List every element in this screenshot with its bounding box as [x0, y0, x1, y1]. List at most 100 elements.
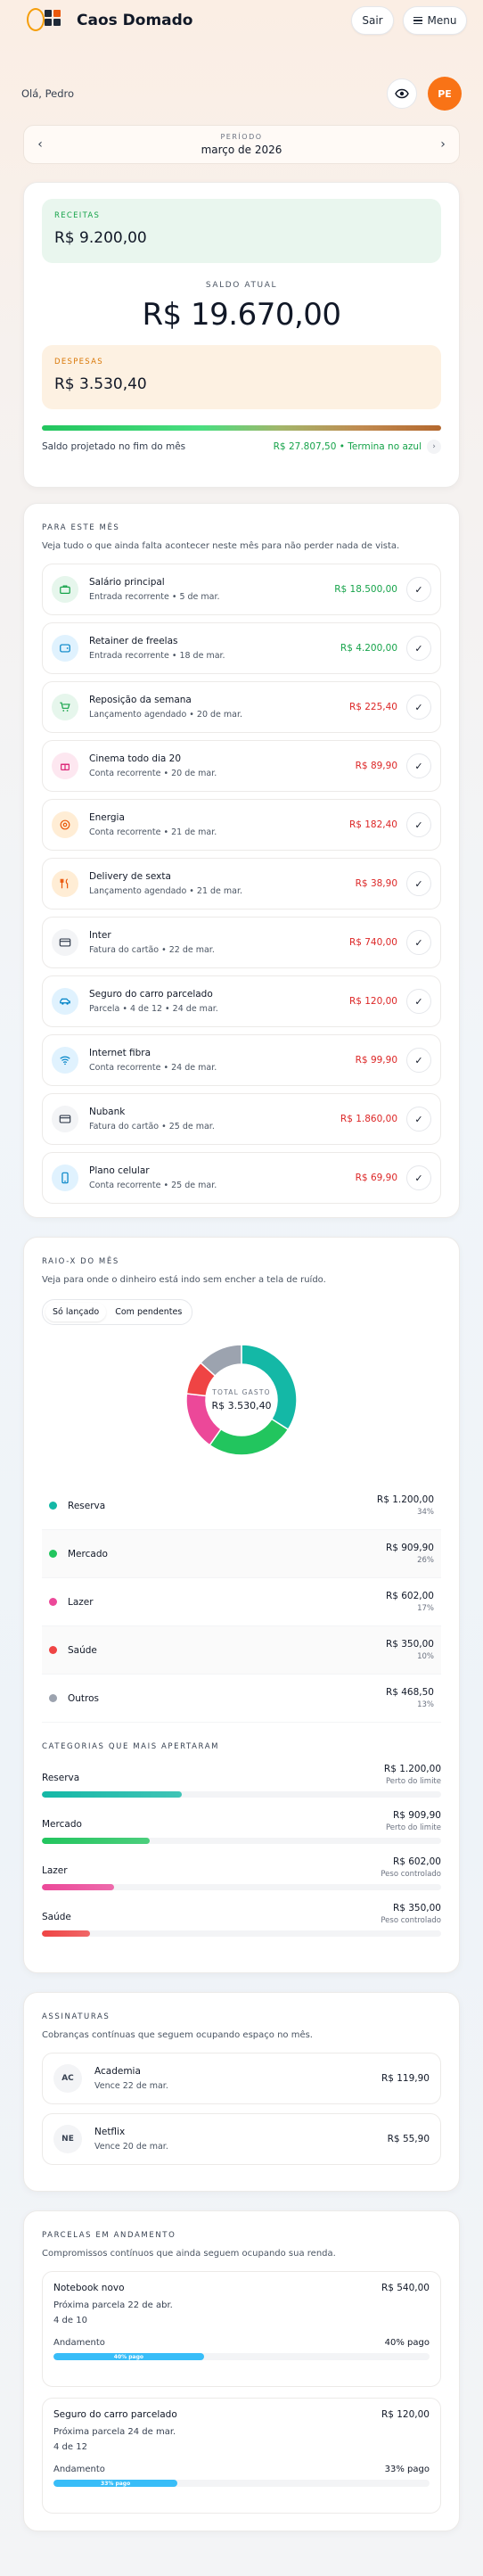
list-item[interactable]: Reposição da semana Lançamento agendado •… — [42, 681, 441, 733]
list-item[interactable]: Energia Conta recorrente • 21 de mar. R$ 1… — [42, 799, 441, 851]
list-item-value: R$ 4.200,00 — [340, 643, 397, 654]
chevron-right-icon[interactable]: › — [427, 440, 441, 454]
month-items: Salário principal Entrada recorrente • 5 … — [42, 564, 441, 1204]
list-item[interactable]: Internet fibra Conta recorrente • 24 de m… — [42, 1034, 441, 1086]
greeting-text: Olá, Pedro — [21, 87, 75, 100]
toggle-visibility-button[interactable] — [387, 78, 417, 109]
category-amounts: R$ 1.200,00 Perto do limite — [384, 1764, 441, 1786]
installment-item[interactable]: Notebook novo R$ 540,00 Próxima parcela 22… — [42, 2271, 441, 2387]
subscription-item[interactable]: AC Academia Vence 22 de mar. R$ 119,90 — [42, 2053, 441, 2104]
list-item-subtitle: Conta recorrente • 25 de mar. — [89, 1181, 217, 1190]
list-item-value: R$ 69,90 — [355, 1173, 397, 1183]
mark-done-button[interactable]: ✓ — [406, 1107, 431, 1132]
legend-amount: R$ 602,00 — [385, 1591, 434, 1601]
month-title: PARA ESTE MÊS — [42, 523, 120, 532]
legend-values: R$ 1.200,00 34% — [377, 1494, 434, 1517]
list-item[interactable]: Salário principal Entrada recorrente • 5 … — [42, 564, 441, 615]
menu-button[interactable]: Menu — [403, 6, 467, 35]
donut-center-value: R$ 3.530,40 — [211, 1400, 272, 1411]
list-item-subtitle: Entrada recorrente • 18 de mar. — [89, 651, 225, 661]
installment-header: Seguro do carro parcelado R$ 120,00 — [53, 2409, 430, 2420]
mark-done-button[interactable]: ✓ — [406, 871, 431, 896]
expenses-value: R$ 3.530,40 — [54, 375, 147, 393]
legend-row[interactable]: Outros R$ 468,50 13% — [42, 1675, 441, 1723]
list-item[interactable]: Inter Fatura do cartão • 22 de mar. R$ 740… — [42, 917, 441, 968]
legend-row[interactable]: Saúde R$ 350,00 10% — [42, 1626, 441, 1675]
category-name: Lazer — [42, 1865, 68, 1876]
mark-done-button[interactable]: ✓ — [406, 636, 431, 661]
prev-month-button[interactable]: ‹ — [24, 137, 56, 152]
category-bar-fill — [42, 1838, 150, 1844]
legend-row[interactable]: Lazer R$ 602,00 17% — [42, 1578, 441, 1626]
list-item[interactable]: Nubank Fatura do cartão • 25 de mar. R$ 1.… — [42, 1093, 441, 1145]
logout-button[interactable]: Sair — [351, 6, 394, 35]
subscription-text: Netflix Vence 20 de mar. — [94, 2127, 388, 2152]
category-name: Saúde — [42, 1912, 71, 1922]
list-item[interactable]: Retainer de freelas Entrada recorrente • … — [42, 622, 441, 674]
category-note: Perto do limite — [385, 1777, 441, 1786]
legend-dot — [49, 1694, 57, 1702]
legend-values: R$ 350,00 10% — [386, 1639, 434, 1661]
xray-title: RAIO-X DO MÊS — [42, 1257, 119, 1266]
summary-card: RECEITAS R$ 9.200,00 SALDO ATUAL R$ 19.6… — [23, 182, 460, 488]
subscription-due: Vence 22 de mar. — [94, 2081, 168, 2091]
brand: Caos Domado — [77, 12, 193, 29]
list-item[interactable]: Seguro do carro parcelado Parcela • 4 de … — [42, 975, 441, 1027]
installment-progress-bar: 40% pago — [53, 2353, 430, 2360]
subscription-text: Academia Vence 22 de mar. — [94, 2066, 381, 2091]
subscription-value: R$ 55,90 — [387, 2134, 430, 2144]
month-subtitle: Veja tudo o que ainda falta acontecer ne… — [42, 541, 400, 551]
xray-card: RAIO-X DO MÊS Veja para onde o dinheiro … — [23, 1237, 460, 1973]
mark-done-button[interactable]: ✓ — [406, 812, 431, 837]
briefcase-icon — [52, 576, 78, 603]
legend-row[interactable]: Reserva R$ 1.200,00 34% — [42, 1482, 441, 1530]
logo[interactable] — [27, 6, 61, 35]
list-item-text: Retainer de freelas Entrada recorrente • … — [89, 636, 340, 661]
mark-done-button[interactable]: ✓ — [406, 930, 431, 955]
subscription-name: Netflix — [94, 2127, 126, 2137]
legend-name: Saúde — [68, 1644, 97, 1656]
list-item-title: Delivery de sexta — [89, 871, 171, 882]
list-item-subtitle: Entrada recorrente • 5 de mar. — [89, 592, 220, 602]
list-item[interactable]: Cinema todo dia 20 Conta recorrente • 20 … — [42, 740, 441, 792]
month-card: PARA ESTE MÊS Veja tudo o que ainda falt… — [23, 503, 460, 1218]
legend-row[interactable]: Mercado R$ 909,90 26% — [42, 1530, 441, 1578]
toggle-only-posted[interactable]: Só lançado — [45, 1303, 107, 1321]
installment-item[interactable]: Seguro do carro parcelado R$ 120,00 Próxim… — [42, 2398, 441, 2514]
next-month-button[interactable]: › — [427, 137, 459, 152]
category-bar — [42, 1838, 441, 1844]
donut-chart: TOTAL GASTO R$ 3.530,40 — [179, 1337, 304, 1462]
subscriptions-list: AC Academia Vence 22 de mar. R$ 119,90 NE Net… — [42, 2053, 441, 2165]
list-item[interactable]: Plano celular Conta recorrente • 25 de ma… — [42, 1152, 441, 1204]
mark-done-button[interactable]: ✓ — [406, 1048, 431, 1073]
list-item-subtitle: Fatura do cartão • 22 de mar. — [89, 945, 215, 955]
credit-card-icon — [52, 929, 78, 956]
projection-value: R$ 27.807,50 • Termina no azul — [273, 441, 422, 452]
expenses-label: DESPESAS — [54, 358, 103, 366]
mark-done-button[interactable]: ✓ — [406, 1165, 431, 1190]
subscription-badge: AC — [53, 2064, 82, 2093]
page: Caos Domado Sair Menu Olá, Pedro PE ‹ PE… — [0, 0, 483, 2576]
list-item-value: R$ 182,40 — [348, 819, 397, 830]
progress-percent: 33% pago — [384, 2465, 430, 2474]
category-name: Mercado — [42, 1819, 82, 1830]
list-item[interactable]: Delivery de sexta Lançamento agendado • 2… — [42, 858, 441, 909]
avatar[interactable]: PE — [428, 77, 462, 111]
mark-done-button[interactable]: ✓ — [406, 989, 431, 1014]
phone-icon — [52, 1165, 78, 1191]
top-bar: Caos Domado Sair Menu — [0, 0, 483, 41]
mark-done-button[interactable]: ✓ — [406, 577, 431, 602]
mark-done-button[interactable]: ✓ — [406, 695, 431, 720]
subscription-item[interactable]: NE Netflix Vence 20 de mar. R$ 55,90 — [42, 2113, 441, 2165]
list-item-title: Energia — [89, 812, 125, 823]
utensils-icon — [52, 870, 78, 897]
list-item-subtitle: Lançamento agendado • 21 de mar. — [89, 886, 243, 896]
income-box: RECEITAS R$ 9.200,00 — [42, 199, 441, 263]
legend-dot — [49, 1646, 57, 1654]
mark-done-button[interactable]: ✓ — [406, 753, 431, 778]
list-item-title: Salário principal — [89, 577, 165, 588]
projection-row[interactable]: Saldo projetado no fim do mês R$ 27.807,… — [42, 440, 441, 454]
toggle-with-pending[interactable]: Com pendentes — [108, 1303, 189, 1321]
installment-name: Seguro do carro parcelado — [53, 2409, 177, 2420]
menu-label: Menu — [427, 14, 457, 27]
